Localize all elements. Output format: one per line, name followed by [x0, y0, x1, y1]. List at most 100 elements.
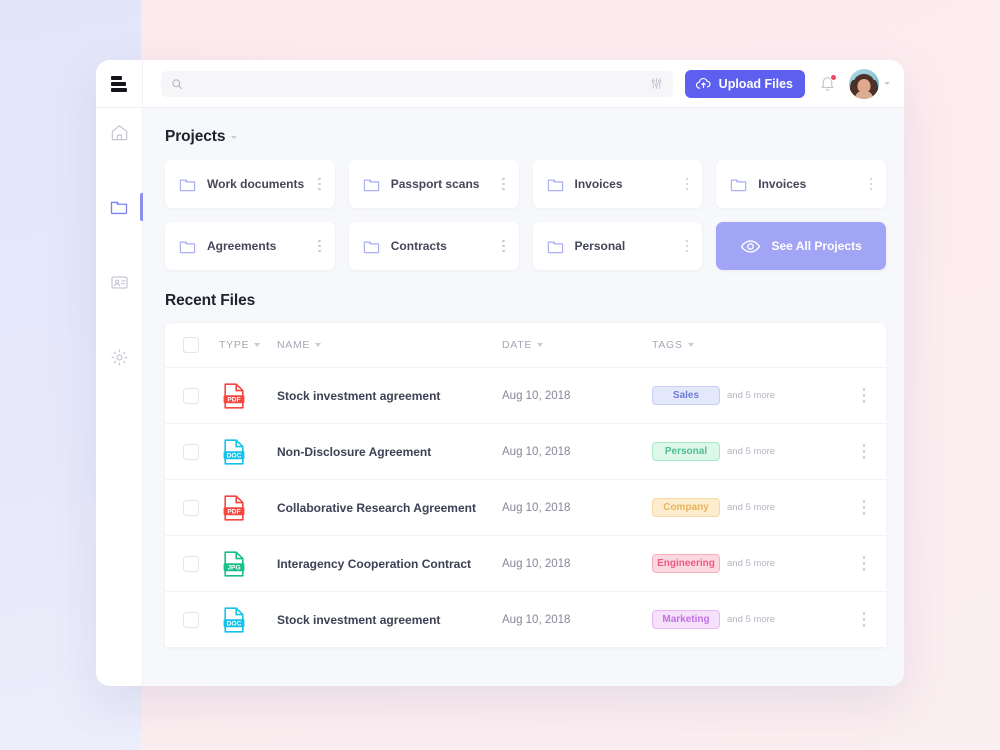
file-type-cell: PDF [219, 494, 277, 521]
see-all-projects-button[interactable]: See All Projects [716, 222, 886, 270]
file-name: Collaborative Research Agreement [277, 500, 476, 515]
notification-badge [830, 73, 837, 81]
notifications-button[interactable] [817, 73, 837, 95]
recent-files-header: Recent Files [165, 292, 886, 310]
row-checkbox[interactable] [183, 387, 199, 404]
table-header-row: TYPE NAME DATE TAGS [165, 323, 886, 367]
row-menu-button[interactable] [842, 612, 886, 627]
recent-files-table: TYPE NAME DATE TAGS PDF Stock investment… [165, 323, 886, 647]
column-header-date[interactable]: DATE [502, 339, 652, 351]
eye-icon [741, 239, 761, 253]
top-bar: Upload Files [143, 60, 904, 108]
project-menu-button[interactable] [499, 175, 508, 194]
row-menu-button[interactable] [842, 388, 886, 403]
cloud-upload-icon [695, 77, 711, 89]
column-label: TAGS [652, 339, 683, 351]
sort-caret-icon [315, 343, 322, 347]
sidebar-item-home[interactable] [96, 108, 143, 156]
folder-icon [547, 241, 563, 253]
project-card[interactable]: Contracts [348, 222, 519, 270]
chevron-down-icon[interactable] [884, 82, 890, 85]
projects-header: Projects [165, 128, 886, 146]
gear-icon [110, 348, 128, 366]
column-label: NAME [277, 339, 311, 351]
file-tags-cell: Sales and 5 more [652, 386, 842, 405]
table-row[interactable]: PDF Stock investment agreement Aug 10, 201… [165, 367, 886, 423]
project-menu-button[interactable] [683, 237, 692, 256]
project-card[interactable]: Passport scans [348, 160, 519, 208]
folder-icon [179, 241, 196, 253]
table-row[interactable]: JPG Interagency Cooperation Contract Aug 1… [165, 535, 886, 591]
row-checkbox[interactable] [183, 443, 199, 460]
column-header-name[interactable]: NAME [277, 339, 502, 351]
row-menu-button[interactable] [842, 444, 886, 459]
avatar [849, 68, 879, 99]
project-name: Invoices [758, 177, 807, 191]
row-menu-button[interactable] [842, 556, 886, 571]
project-card[interactable]: Personal [532, 222, 703, 270]
sidebar-item-files[interactable] [96, 183, 143, 231]
folder-icon [547, 179, 563, 191]
more-tags-label: and 5 more [727, 446, 776, 457]
menu-toggle-button[interactable] [96, 60, 143, 108]
tag-badge[interactable]: Engineering [652, 554, 720, 573]
column-label: TYPE [219, 339, 250, 351]
search-box[interactable] [161, 70, 673, 97]
sort-caret-icon [254, 343, 261, 347]
file-name: Non-Disclosure Agreement [277, 444, 432, 459]
table-body: PDF Stock investment agreement Aug 10, 201… [165, 367, 886, 647]
id-card-icon [110, 275, 128, 289]
sidebar-item-settings[interactable] [96, 333, 143, 381]
table-row[interactable]: DOC Stock investment agreement Aug 10, 201… [165, 591, 886, 647]
see-all-projects-label: See All Projects [771, 239, 862, 253]
row-menu-button[interactable] [842, 500, 886, 515]
sidebar [96, 60, 143, 686]
project-menu-button[interactable] [867, 175, 876, 194]
upload-files-label: Upload Files [718, 76, 793, 91]
row-checkbox[interactable] [183, 555, 199, 572]
project-card[interactable]: Invoices [532, 160, 703, 208]
project-menu-button[interactable] [315, 237, 324, 256]
project-card[interactable]: Agreements [165, 222, 335, 270]
svg-text:PDF: PDF [227, 508, 240, 515]
file-type-cell: JPG [219, 550, 277, 577]
select-all-checkbox[interactable] [183, 337, 199, 353]
tag-badge[interactable]: Sales [652, 386, 720, 405]
row-checkbox[interactable] [183, 499, 199, 516]
projects-grid: Work documents Passport scans Invoices Invo… [165, 160, 886, 270]
project-menu-button[interactable] [683, 175, 692, 194]
svg-text:JPG: JPG [227, 564, 240, 571]
filter-sliders-icon[interactable] [650, 77, 663, 90]
search-input[interactable] [191, 77, 642, 90]
table-row[interactable]: DOC Non-Disclosure Agreement Aug 10, 2018 P… [165, 423, 886, 479]
project-card[interactable]: Invoices [716, 160, 886, 208]
file-type-cell: DOC [219, 438, 277, 465]
search-icon [172, 78, 183, 89]
account-menu[interactable] [849, 68, 890, 99]
tag-badge[interactable]: Personal [652, 442, 720, 461]
file-pdf-icon: PDF [223, 382, 245, 409]
project-card[interactable]: Work documents [165, 160, 335, 208]
project-name: Passport scans [390, 177, 480, 191]
active-indicator [140, 193, 143, 221]
svg-text:DOC: DOC [227, 452, 242, 459]
upload-files-button[interactable]: Upload Files [684, 69, 805, 98]
project-menu-button[interactable] [315, 175, 324, 194]
project-menu-button[interactable] [499, 237, 508, 256]
row-checkbox[interactable] [183, 611, 199, 628]
column-header-tags[interactable]: TAGS [652, 339, 842, 351]
file-date: Aug 10, 2018 [502, 557, 571, 570]
app-window: Upload Files Projects Work documents Pas… [96, 60, 904, 686]
tag-badge[interactable]: Company [652, 498, 720, 517]
projects-dropdown-caret[interactable] [231, 135, 238, 139]
folder-icon [110, 201, 128, 215]
more-tags-label: and 5 more [727, 614, 776, 625]
content-area: Projects Work documents Passport scans Inv… [143, 108, 904, 686]
tag-badge[interactable]: Marketing [652, 610, 720, 629]
projects-title: Projects [165, 128, 226, 145]
file-name: Stock investment agreement [277, 612, 441, 627]
sidebar-item-contacts[interactable] [96, 258, 143, 306]
sort-caret-icon [537, 343, 544, 347]
column-header-type[interactable]: TYPE [219, 339, 277, 351]
table-row[interactable]: PDF Collaborative Research Agreement Aug 1… [165, 479, 886, 535]
